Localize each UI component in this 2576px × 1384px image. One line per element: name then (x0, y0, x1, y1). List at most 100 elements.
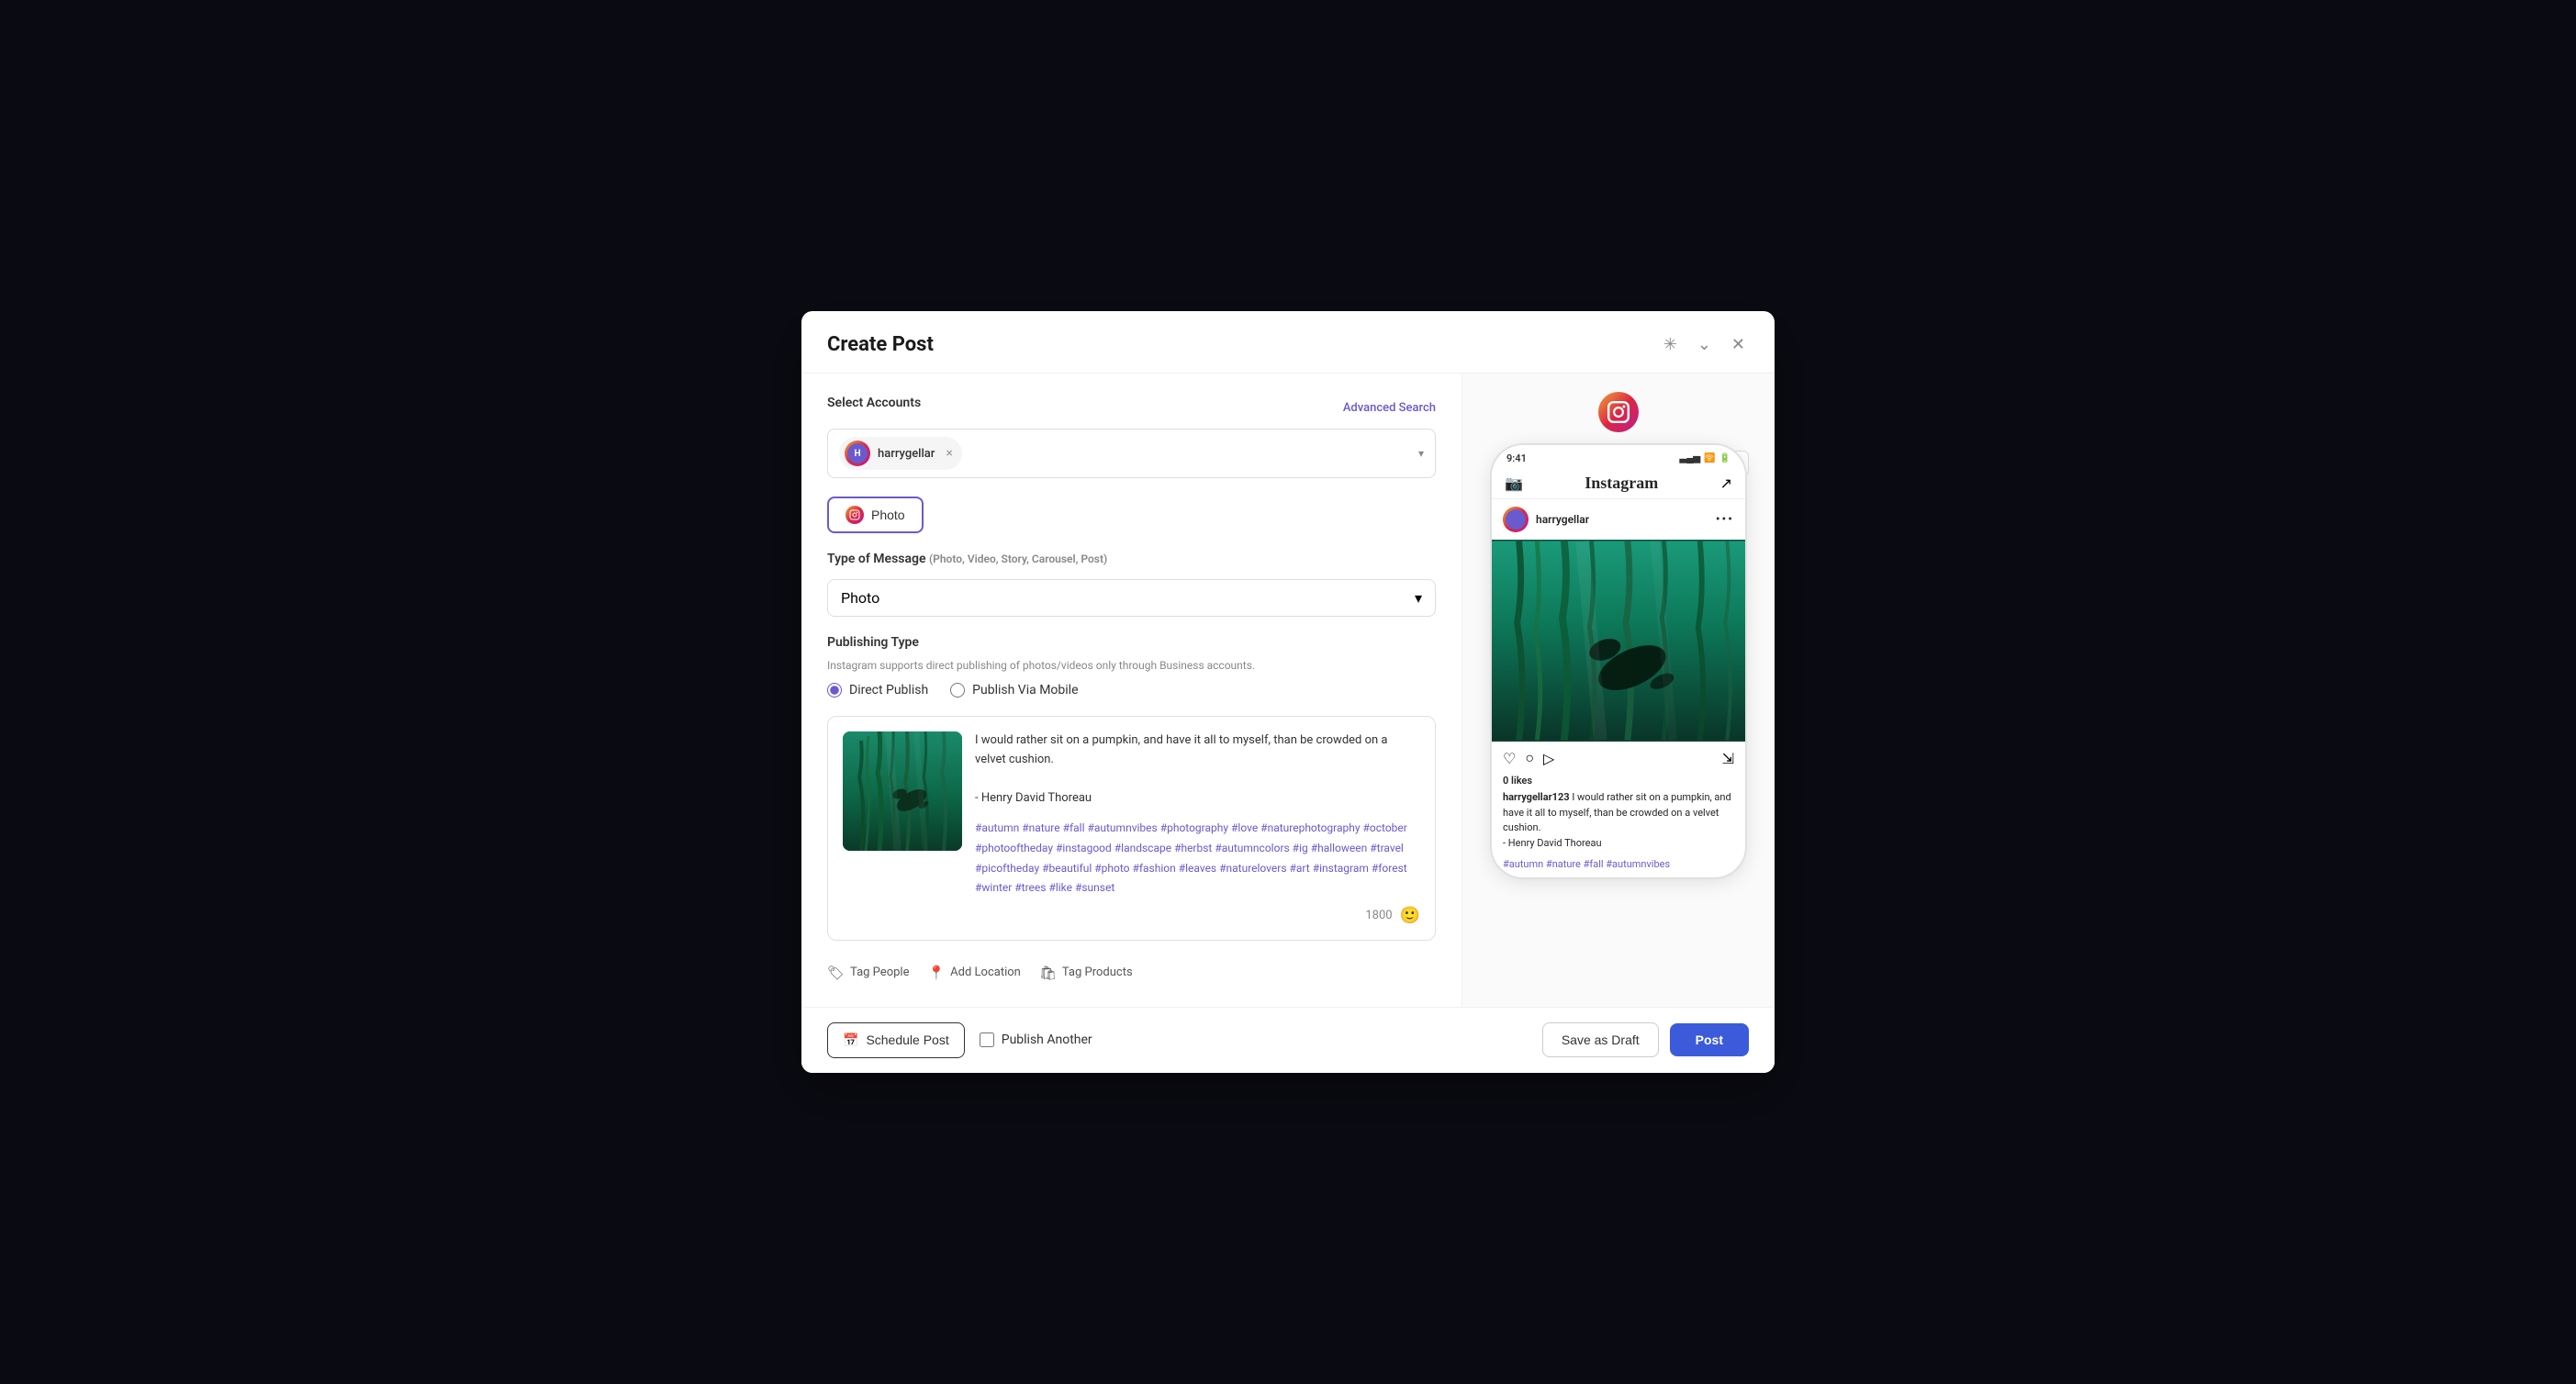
camera-app-icon: 📷 (1505, 474, 1523, 492)
instagram-app-bar: 📷 Instagram ↗ (1492, 468, 1745, 499)
schedule-post-button[interactable]: 📅 Schedule Post (827, 1022, 965, 1058)
publish-another-checkbox-label[interactable]: Publish Another (980, 1032, 1092, 1047)
ig-hashtags-preview: #autumn #nature #fall #autumnvibes (1492, 858, 1745, 877)
avatar: H (845, 441, 870, 466)
close-icon-button[interactable]: ✕ (1728, 331, 1749, 358)
post-button[interactable]: Post (1670, 1023, 1749, 1056)
preview-container: 📱 🖥 9:41 ▃▄▅ 🛜 🔋 (1481, 443, 1756, 879)
tag-products-label: Tag Products (1062, 965, 1133, 979)
wifi-icon: 🛜 (1704, 453, 1715, 463)
phone-preview: 9:41 ▃▄▅ 🛜 🔋 📷 Instagram ↗ (1490, 443, 1747, 879)
ig-actions-left: ♡ ○ ▷ (1503, 749, 1554, 767)
tag-people-icon: 🏷 (827, 965, 845, 981)
content-text-area: I would rather sit on a pumpkin, and hav… (975, 731, 1420, 925)
modal-overlay: Create Post ✳ ⌄ ✕ Select Accounts Advanc… (0, 0, 2576, 1384)
signal-icon: ▃▄▅ (1680, 453, 1700, 463)
ig-share-icon[interactable]: ▷ (1543, 750, 1554, 767)
publish-via-mobile-radio[interactable] (950, 683, 965, 698)
type-dropdown-arrow: ▾ (1415, 589, 1422, 607)
tag-products-action[interactable]: 🛍 Tag Products (1039, 965, 1133, 981)
schedule-post-label: Schedule Post (866, 1032, 948, 1047)
ig-likes-count: 0 likes (1492, 775, 1745, 790)
ig-comment-icon[interactable]: ○ (1525, 749, 1534, 767)
send-icon: ↗ (1720, 474, 1732, 492)
ig-username: harrygellar (1536, 513, 1589, 526)
ig-post-image (1492, 540, 1745, 742)
add-location-icon: 📍 (927, 965, 945, 981)
instagram-icon (846, 506, 864, 524)
post-image-thumbnail (843, 731, 962, 851)
modal-footer: 📅 Schedule Post Publish Another Save as … (801, 1007, 1775, 1073)
footer-right: Save as Draft Post (1542, 1022, 1749, 1057)
type-message-hint: (Photo, Video, Story, Carousel, Post) (929, 552, 1107, 565)
post-text: I would rather sit on a pumpkin, and hav… (975, 731, 1420, 808)
create-post-modal: Create Post ✳ ⌄ ✕ Select Accounts Advanc… (801, 311, 1775, 1073)
ig-avatar (1503, 507, 1529, 532)
tag-people-label: Tag People (850, 965, 909, 979)
content-inner: I would rather sit on a pumpkin, and hav… (843, 731, 1420, 925)
phone-time: 9:41 (1506, 452, 1527, 464)
ig-user-info: harrygellar (1503, 507, 1589, 532)
accounts-dropdown-arrow[interactable]: ▾ (1418, 447, 1424, 460)
direct-publish-radio[interactable] (827, 683, 842, 698)
account-name: harrygellar (878, 447, 935, 461)
ig-caption-username: harrygellar123 (1503, 791, 1570, 803)
underwater-scene (843, 731, 962, 851)
minimize-icon-button[interactable]: ⌄ (1694, 331, 1715, 358)
remove-account-icon[interactable]: × (946, 446, 952, 461)
left-panel: Select Accounts Advanced Search H harryg… (801, 374, 1462, 1007)
instagram-logo: Instagram (1585, 474, 1658, 493)
type-of-message-dropdown[interactable]: Photo ▾ (827, 579, 1436, 617)
radio-group: Direct Publish Publish Via Mobile (827, 683, 1436, 698)
instagram-platform-icon (1598, 392, 1639, 432)
right-panel: 📱 🖥 9:41 ▃▄▅ 🛜 🔋 (1462, 374, 1775, 1007)
publish-via-mobile-label: Publish Via Mobile (972, 683, 1078, 698)
account-tag: H harrygellar × (839, 437, 962, 470)
photo-type-label: Photo (871, 508, 905, 522)
photo-type-button[interactable]: Photo (827, 497, 924, 533)
post-hashtags: #autumn #nature #fall #autumnvibes #phot… (975, 819, 1420, 898)
select-accounts-label: Select Accounts (827, 396, 921, 410)
select-accounts-row: Select Accounts Advanced Search (827, 396, 1436, 419)
ig-actions-bar: ♡ ○ ▷ ⇲ (1492, 742, 1745, 775)
ig-bookmark-icon[interactable]: ⇲ (1722, 750, 1734, 767)
publish-another-checkbox[interactable] (980, 1032, 994, 1047)
type-of-message-section: Type of Message (Photo, Video, Story, Ca… (827, 552, 1436, 566)
char-count-row: 1800 🙂 (975, 906, 1420, 925)
save-draft-button[interactable]: Save as Draft (1542, 1022, 1659, 1057)
photo-type-section: Photo (827, 497, 1436, 552)
modal-title: Create Post (827, 333, 934, 356)
publish-via-mobile-radio-label[interactable]: Publish Via Mobile (950, 683, 1078, 698)
publishing-type-section: Publishing Type Instagram supports direc… (827, 635, 1436, 698)
tag-products-icon: 🛍 (1039, 965, 1057, 981)
modal-header: Create Post ✳ ⌄ ✕ (801, 311, 1775, 374)
ig-caption-author: - Henry David Thoreau (1503, 837, 1602, 849)
content-area: I would rather sit on a pumpkin, and hav… (827, 716, 1436, 941)
add-location-action[interactable]: 📍 Add Location (927, 965, 1020, 981)
add-location-label: Add Location (950, 965, 1021, 979)
phone-status-bar: 9:41 ▃▄▅ 🛜 🔋 (1492, 445, 1745, 468)
header-actions: ✳ ⌄ ✕ (1660, 331, 1749, 358)
tag-people-action[interactable]: 🏷 Tag People (827, 965, 909, 981)
battery-icon: 🔋 (1719, 453, 1730, 463)
calendar-icon: 📅 (843, 1032, 858, 1048)
avatar-inner: H (847, 443, 868, 463)
select-accounts-box[interactable]: H harrygellar × ▾ (827, 429, 1436, 478)
char-count: 1800 (1365, 909, 1392, 922)
direct-publish-radio-label[interactable]: Direct Publish (827, 683, 928, 698)
publishing-desc: Instagram supports direct publishing of … (827, 659, 1436, 672)
advanced-search-link[interactable]: Advanced Search (1343, 401, 1436, 415)
pin-icon-button[interactable]: ✳ (1660, 331, 1681, 358)
type-message-label: Type of Message (Photo, Video, Story, Ca… (827, 552, 1436, 566)
ig-heart-icon[interactable]: ♡ (1503, 750, 1516, 767)
status-right-icons: ▃▄▅ 🛜 🔋 (1680, 453, 1730, 463)
ig-more-options[interactable]: ••• (1716, 512, 1734, 527)
ig-post-header: harrygellar ••• (1492, 499, 1745, 540)
footer-left: 📅 Schedule Post Publish Another (827, 1022, 1092, 1058)
publish-another-label: Publish Another (1002, 1032, 1092, 1047)
type-dropdown-value: Photo (841, 589, 879, 607)
direct-publish-label: Direct Publish (849, 683, 928, 698)
emoji-button[interactable]: 🙂 (1400, 906, 1420, 925)
ig-avatar-inner (1506, 509, 1526, 530)
ig-caption: harrygellar123 I would rather sit on a p… (1492, 790, 1745, 858)
